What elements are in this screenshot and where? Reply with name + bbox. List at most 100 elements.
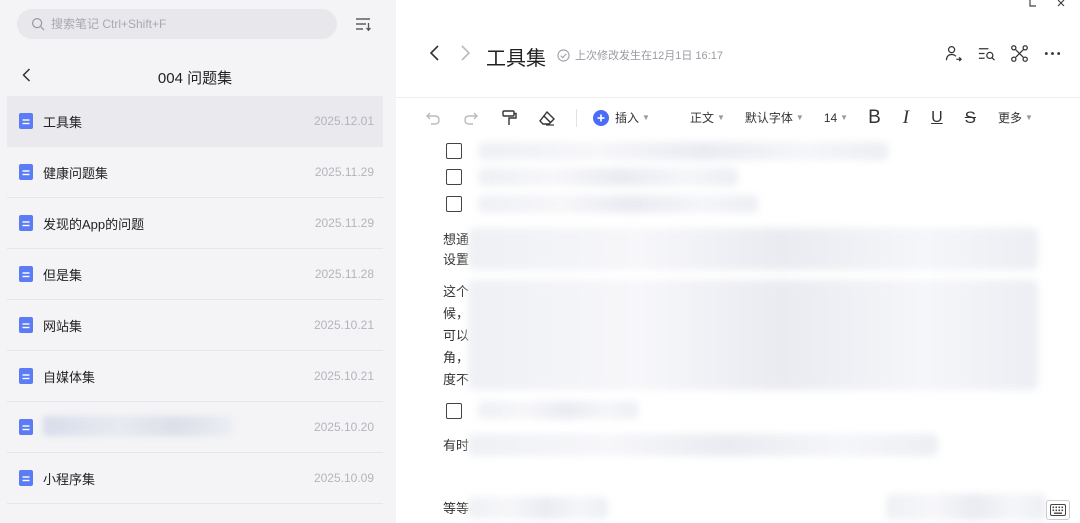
- document-icon: [19, 164, 33, 180]
- font-size-label: 14: [823, 110, 838, 125]
- chevron-right-icon[interactable]: [456, 43, 474, 63]
- search-box[interactable]: [17, 9, 337, 39]
- note-title: 自媒体集: [43, 369, 96, 385]
- paragraph-text: 这个: [443, 284, 470, 299]
- format-toolbar: 插入 ▼ 正文 ▼ 默认字体 ▼ 14 ▼ B I U S 更多 ▼: [396, 97, 1080, 137]
- last-modified-text: 上次修改发生在12月1日 16:17: [575, 50, 723, 62]
- header-actions: [944, 44, 1062, 63]
- note-title-redacted: [43, 415, 314, 439]
- folder-title: 004 问题集: [157, 70, 233, 87]
- caret-down-icon: ▼: [716, 113, 725, 122]
- plus-circle-icon: [593, 109, 609, 126]
- redacted-text: [478, 401, 638, 419]
- caret-down-icon: ▼: [840, 113, 849, 122]
- document-icon: [19, 470, 33, 486]
- font-label: 默认字体: [744, 111, 793, 125]
- paragraph-text: 想通: [443, 232, 470, 247]
- check-circle-icon: [557, 48, 570, 62]
- note-title: 但是集: [43, 267, 83, 283]
- folder-header: 004 问题集: [0, 58, 396, 94]
- note-date: 2025.11.28: [314, 267, 374, 281]
- italic-button[interactable]: I: [903, 107, 909, 129]
- redacted-text: [478, 195, 758, 213]
- editor-pane: 工具集 上次修改发生在12月1日 16:17 插入 ▼ 正文 ▼ 默认字体 ▼ 14 ▼…: [396, 0, 1080, 523]
- more-icon[interactable]: [1043, 44, 1062, 63]
- note-item[interactable]: 工具集 2025.12.01: [7, 96, 383, 147]
- document-title: 工具集: [486, 48, 546, 70]
- sort-icon[interactable]: [353, 14, 373, 34]
- paragraph-style-label: 正文: [689, 111, 714, 125]
- caret-down-icon: ▼: [795, 113, 804, 122]
- document-header: 工具集 上次修改发生在12月1日 16:17: [396, 30, 1080, 80]
- todo-checkbox[interactable]: [446, 196, 462, 212]
- insert-label: 插入: [615, 111, 640, 125]
- note-date: 2025.10.09: [313, 471, 374, 485]
- bold-button[interactable]: B: [868, 107, 881, 129]
- document-icon: [19, 113, 33, 129]
- document-content[interactable]: 想通 设置 这个 候， 可以 角， 度不 有时 等等: [396, 140, 1080, 523]
- more-dropdown[interactable]: 更多 ▼: [998, 109, 1033, 126]
- last-modified: 上次修改发生在12月1日 16:17: [557, 47, 723, 63]
- note-title: 工具集: [43, 114, 83, 130]
- note-item[interactable]: 网站集 2025.10.21: [7, 300, 383, 351]
- paragraph-text: 候，: [443, 306, 470, 321]
- document-icon: [19, 215, 33, 231]
- insert-button[interactable]: 插入 ▼: [593, 109, 650, 126]
- note-date: 2025.11.29: [314, 165, 374, 179]
- paragraph-text: 等等: [443, 501, 470, 516]
- note-item[interactable]: 发现的App的问题 2025.11.29: [7, 198, 383, 249]
- note-title: 小程序集: [43, 471, 96, 487]
- document-icon: [19, 419, 33, 435]
- redacted-text: [886, 494, 1046, 520]
- paragraph-style-dropdown[interactable]: 正文 ▼: [690, 109, 725, 126]
- paragraph-text: 有时: [443, 438, 470, 453]
- redacted-text: [468, 434, 938, 456]
- caret-down-icon: ▼: [642, 113, 650, 122]
- eraser-icon[interactable]: [538, 109, 556, 127]
- find-in-document-icon[interactable]: [977, 44, 996, 63]
- more-label: 更多: [998, 111, 1023, 125]
- font-dropdown[interactable]: 默认字体 ▼: [745, 109, 804, 126]
- share-user-icon[interactable]: [944, 44, 963, 63]
- paragraph-text: 角，: [443, 350, 470, 365]
- redacted-text: [43, 415, 233, 436]
- document-icon: [19, 368, 33, 384]
- note-title: 发现的App的问题: [43, 216, 145, 232]
- note-title: 健康问题集: [43, 165, 109, 181]
- redacted-text: [468, 280, 1038, 390]
- note-date: 2025.11.29: [314, 216, 374, 230]
- strikethrough-button[interactable]: S: [965, 108, 976, 128]
- note-item[interactable]: 但是集 2025.11.28: [7, 249, 383, 300]
- note-item[interactable]: 2025.10.20: [7, 402, 383, 453]
- chevron-left-icon[interactable]: [426, 43, 444, 63]
- toolbar-divider: [576, 108, 577, 127]
- note-item[interactable]: 自媒体集 2025.10.21: [7, 351, 383, 402]
- window-controls[interactable]: [1010, 0, 1070, 8]
- todo-checkbox[interactable]: [446, 143, 462, 159]
- redacted-text: [478, 168, 738, 186]
- redacted-text: [468, 228, 1038, 270]
- note-list-pane: 004 问题集 工具集 2025.12.01 健康问题集 2025.11.29 …: [0, 0, 396, 523]
- document-icon: [19, 266, 33, 282]
- note-list: 工具集 2025.12.01 健康问题集 2025.11.29 发现的App的问…: [7, 96, 383, 504]
- note-date: 2025.12.01: [313, 114, 374, 128]
- redo-icon[interactable]: [462, 109, 480, 127]
- format-painter-icon[interactable]: [500, 109, 518, 127]
- paragraph-text: 度不: [443, 372, 470, 387]
- undo-icon[interactable]: [424, 109, 442, 127]
- search-icon: [31, 17, 45, 31]
- keyboard-icon[interactable]: [1046, 500, 1070, 520]
- todo-checkbox[interactable]: [446, 403, 462, 419]
- mindmap-icon[interactable]: [1010, 44, 1029, 63]
- todo-checkbox[interactable]: [446, 169, 462, 185]
- note-item[interactable]: 小程序集 2025.10.09: [7, 453, 383, 504]
- caret-down-icon: ▼: [1025, 113, 1033, 122]
- search-input[interactable]: [51, 17, 311, 31]
- note-item[interactable]: 健康问题集 2025.11.29: [7, 147, 383, 198]
- redacted-text: [478, 142, 888, 160]
- note-date: 2025.10.21: [313, 318, 374, 332]
- note-date: 2025.10.20: [313, 420, 374, 434]
- note-date: 2025.10.21: [313, 369, 374, 383]
- underline-button[interactable]: U: [931, 109, 943, 127]
- font-size-dropdown[interactable]: 14 ▼: [824, 111, 848, 125]
